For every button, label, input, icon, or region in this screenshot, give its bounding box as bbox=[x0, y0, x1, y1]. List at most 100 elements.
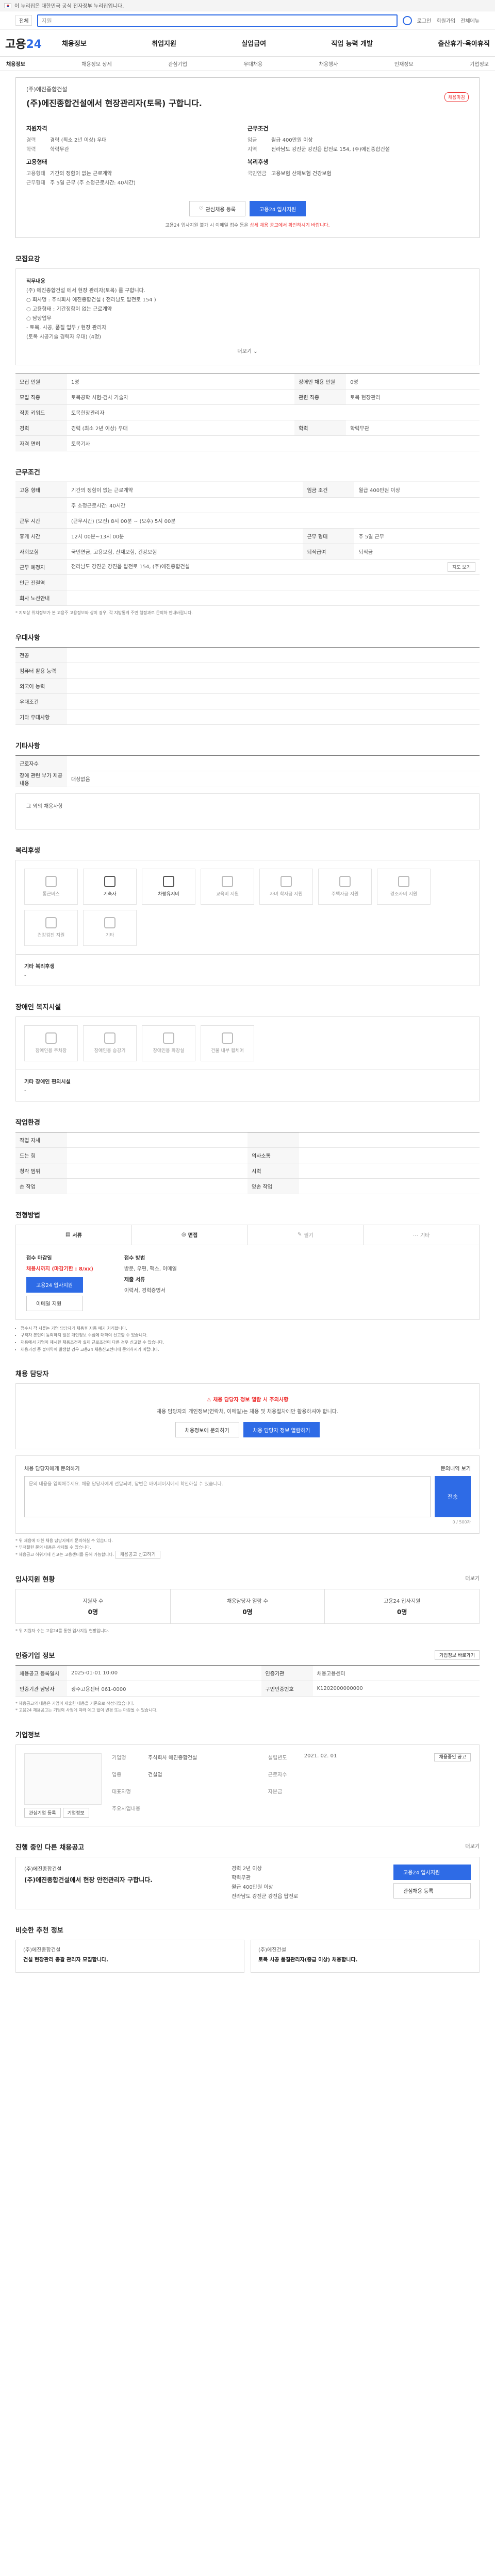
search-scope-select[interactable]: 전체 bbox=[15, 15, 32, 26]
gnb-item-training[interactable]: 직업 능력 개발 bbox=[331, 38, 373, 48]
table-key: 작업 자세 bbox=[15, 1132, 67, 1148]
duty-line: ○ 회사명 : 주식회사 에진종합건설 ( 전라남도 탑전로 154 ) bbox=[26, 297, 156, 303]
table-row: 장애 관련 부가 제공 내용 대상없음 bbox=[15, 771, 480, 787]
similar-section: 비슷한 추천 정보 (주)에진종합건설 건설 현장관리 총괄 관리자 모집합니다… bbox=[0, 1925, 495, 1988]
subnav-item-6[interactable]: 기업정보 bbox=[470, 60, 489, 67]
recruit-section: 모집요강 직무내용 (주) 에진종합건설 에서 현장 관리자(토목) 를 구합니… bbox=[0, 253, 495, 451]
summary-heading: 근무조건 bbox=[248, 125, 269, 132]
selection-steps: ▤ 서류 ◎ 면접 ✎ 필기 … 기타 bbox=[15, 1224, 480, 1245]
meta-line: 월급 400만원 이상 bbox=[232, 1884, 273, 1890]
manager-text: 채용 담당자의 개인정보(연락처, 이메일)는 채용 및 채용절차에만 활용하셔… bbox=[156, 1409, 339, 1415]
welfare-item: 건강검진 지원 bbox=[24, 909, 78, 946]
other-job-item[interactable]: (주)에진종합건설 (주)에진종합건설에서 현장 안전관리자 구합니다. 경력 … bbox=[15, 1856, 480, 1909]
welfare-label: 기타 bbox=[105, 933, 114, 939]
meta-line: 경력 2년 이상 bbox=[232, 1866, 262, 1872]
subnav-item-2[interactable]: 관심기업 bbox=[168, 60, 187, 67]
company-info-button[interactable]: 기업정보 바로가기 bbox=[434, 1650, 480, 1660]
gnb-item-leave[interactable]: 출산휴가·육아휴직 bbox=[438, 38, 490, 48]
subnav-item-0[interactable]: 채용정보 bbox=[6, 60, 25, 67]
inquiry-button[interactable]: 채용정보에 문의하기 bbox=[175, 1422, 239, 1438]
card-company: (주)에진건설 bbox=[258, 1947, 286, 1953]
docs-value: 이력서, 경력증명서 bbox=[124, 1287, 166, 1294]
send-button[interactable]: 전송 bbox=[435, 1476, 471, 1518]
stat-value: 0명 bbox=[242, 1608, 253, 1616]
table-row: 휴게 시간 12시 00분~13시 00분 근무 형태 주 5일 근무 bbox=[15, 528, 480, 544]
other-job-title[interactable]: (주)에진종합건설에서 현장 안전관리자 구합니다. bbox=[24, 1875, 221, 1885]
apply-button[interactable]: 고용24 입사지원 bbox=[26, 1277, 83, 1293]
company-name[interactable]: (주)에진종합건설 bbox=[26, 85, 469, 93]
list-item: 접수시 각 서류는 기업 담당자가 채용후 자동 폐기 처리합니다. bbox=[21, 1325, 480, 1332]
apply-left: 접수 마감일 채용시까지 (마감기한 : 8/xx) 고용24 입사지원 이메일… bbox=[26, 1253, 93, 1311]
table-value bbox=[67, 693, 480, 709]
car-icon bbox=[163, 876, 174, 888]
subnav-item-4[interactable]: 채용행사 bbox=[319, 60, 338, 67]
kv-key: 근무형태 bbox=[26, 180, 45, 186]
footnote-line: * 부적절한 문의 내용은 삭제될 수 있습니다. bbox=[15, 1545, 91, 1550]
welfare-label: 교육비 지원 bbox=[216, 892, 239, 897]
save-job-button[interactable]: 관심채용 등록 bbox=[393, 1883, 471, 1899]
follow-company-button[interactable]: 관심기업 등록 bbox=[24, 1807, 61, 1818]
subnav-item-1[interactable]: 채용정보 상세 bbox=[81, 60, 111, 67]
step-label: 필기 bbox=[304, 1233, 314, 1239]
kv-key: 고용형태 bbox=[26, 171, 45, 177]
more-button[interactable]: 더보기 ⌄ bbox=[26, 347, 469, 357]
table-key: 회사 노선안내 bbox=[15, 590, 67, 606]
table-value: 12시 00분~13시 00분 bbox=[67, 528, 303, 544]
gov-banner-text: 이 누리집은 대한민국 공식 전자정부 누리집입니다. bbox=[14, 4, 124, 9]
open-jobs-button[interactable]: 채용중인 공고 bbox=[434, 1753, 471, 1761]
info-key: 대표자명 bbox=[112, 1789, 131, 1795]
info-value: 주식회사 에진종합건설 bbox=[148, 1755, 197, 1761]
inquiry-history-link[interactable]: 문의내역 보기 bbox=[441, 1464, 471, 1472]
subnav-item-5[interactable]: 인재정보 bbox=[394, 60, 414, 67]
inquiry-textarea[interactable]: 문의 내용을 입력해주세요. 채용 담당자에게 전달되며, 답변은 마이페이지에… bbox=[24, 1476, 431, 1518]
section-title: 채용 담당자 bbox=[15, 1370, 49, 1379]
apply-button[interactable]: 고용24 입사지원 bbox=[393, 1864, 471, 1880]
all-menu-link[interactable]: 전체메뉴 bbox=[460, 16, 480, 24]
report-button[interactable]: 채용공고 신고하기 bbox=[115, 1550, 160, 1559]
table-key: 의사소통 bbox=[248, 1147, 299, 1163]
table-key: 모집 직종 bbox=[15, 389, 67, 405]
restroom-icon bbox=[163, 1032, 174, 1044]
table-row: 회사 노선안내 bbox=[15, 590, 480, 606]
similar-card[interactable]: (주)에진건설 토목 시공 품질관리자(중급 이상) 채용합니다. bbox=[251, 1939, 480, 1973]
save-job-button[interactable]: ♡ 관심채용 등록 bbox=[189, 201, 246, 216]
view-manager-button[interactable]: 채용 담당자 정보 열람하기 bbox=[243, 1422, 320, 1438]
site-logo[interactable]: 고용24 bbox=[5, 35, 62, 52]
selection-section: 전형방법 ▤ 서류 ◎ 면접 ✎ 필기 … 기타 접수 마감일 채용시까지 (마감기한 … bbox=[0, 1210, 495, 1353]
more-link[interactable]: 더보기 bbox=[465, 1842, 480, 1852]
subnav-item-3[interactable]: 우대채용 bbox=[243, 60, 262, 67]
table-value bbox=[67, 1178, 248, 1194]
similar-card[interactable]: (주)에진종합건설 건설 현장관리 총괄 관리자 모집합니다. bbox=[15, 1939, 244, 1973]
bus-icon bbox=[45, 876, 57, 888]
gnb-item-jobs[interactable]: 채용정보 bbox=[62, 38, 87, 48]
search-input[interactable]: 지원 bbox=[37, 14, 398, 27]
welfare-label: 경조사비 지원 bbox=[390, 892, 418, 897]
table-row: 인증기관 담당자 광주고용센터 061-0000 구인인증번호 K1202000000… bbox=[15, 1681, 480, 1697]
map-button[interactable]: 지도 보기 bbox=[448, 562, 475, 572]
email-apply-button[interactable]: 이메일 지원 bbox=[26, 1295, 83, 1311]
table-key bbox=[248, 1132, 299, 1148]
apply-button[interactable]: 고용24 입사지원 bbox=[250, 201, 306, 216]
facility-etc: 기타 장애인 편의시설 - bbox=[15, 1070, 480, 1101]
summary-heading: 고용형태 bbox=[26, 159, 47, 165]
other-job-meta: 경력 2년 이상 학력무관 월급 400만원 이상 전라남도 강진군 강진읍 탑… bbox=[232, 1865, 383, 1902]
manager-warning-text: 채용 담당자 정보 열람 시 주의사항 bbox=[213, 1397, 289, 1403]
section-title: 근무조건 bbox=[15, 469, 40, 477]
signup-link[interactable]: 회원가입 bbox=[436, 16, 455, 24]
company-detail-button[interactable]: 기업정보 bbox=[62, 1807, 89, 1818]
footnote-line: * 채용공고 허위기재 신고는 고용센터를 통해 가능합니다. bbox=[15, 1552, 114, 1557]
etc-icon bbox=[104, 917, 116, 929]
company-right: 채용중인 공고 bbox=[434, 1753, 471, 1818]
search-icon[interactable] bbox=[402, 15, 412, 25]
welfare-label: 건강검진 지원 bbox=[37, 933, 65, 939]
footnote-line: * 위 채용에 대한 채용 담당자에게 문의하실 수 있습니다. bbox=[15, 1538, 113, 1544]
table-key: 청각 범위 bbox=[15, 1163, 67, 1179]
gnb-item-support[interactable]: 취업지원 bbox=[152, 38, 176, 48]
card-company: (주)에진종합건설 bbox=[23, 1947, 61, 1953]
more-link[interactable]: 더보기 bbox=[465, 1574, 480, 1584]
duty-line: (주) 에진종합건설 에서 현장 관리자(토목) 를 구합니다. bbox=[26, 288, 146, 294]
gnb-item-unemployment[interactable]: 실업급여 bbox=[241, 38, 266, 48]
kv-key: 임금 bbox=[248, 138, 257, 143]
login-link[interactable]: 로그인 bbox=[417, 16, 432, 24]
search-query: 지원 bbox=[41, 17, 52, 24]
